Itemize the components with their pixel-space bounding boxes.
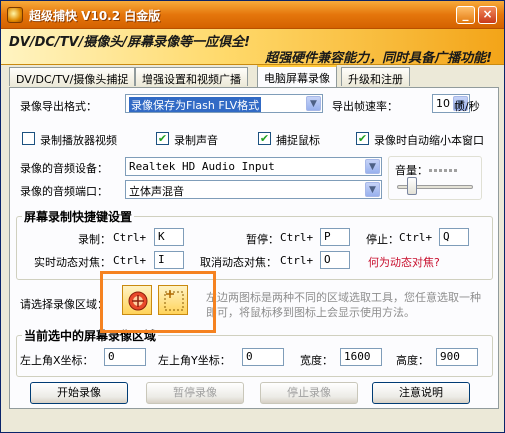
y-coord-label: 左上角Y坐标： — [158, 354, 231, 367]
follow-focus-hotkey-mod: Ctrl+ — [113, 254, 147, 267]
banner-line-2: 超强硬件兼容能力，同时具备广播功能! — [265, 51, 492, 66]
width-input[interactable]: 1600 — [340, 348, 382, 366]
stop-hotkey-input[interactable]: Q — [439, 228, 469, 246]
export-format-label: 录像导出格式： — [20, 100, 97, 113]
volume-box: 音量： — [388, 156, 482, 200]
x-coord-label: 左上角X坐标： — [20, 354, 94, 367]
record-hotkey-mod: Ctrl+ — [113, 231, 147, 244]
window-title: 超级捕快 V10.2 白金版 — [29, 9, 161, 23]
close-button[interactable]: × — [478, 6, 497, 24]
pause-hotkey-input[interactable]: P — [320, 228, 350, 246]
record-sound-checkbox[interactable]: ✔ — [156, 132, 169, 145]
audio-device-label: 录像的音频设备： — [20, 162, 108, 175]
promo-banner: DV/DC/TV/摄像头/屏幕录像等一应俱全! 超强硬件兼容能力，同时具备广播功… — [1, 29, 504, 66]
tab-capture[interactable]: DV/DC/TV/摄像头捕捉 — [9, 67, 136, 86]
pause-hotkey-label: 暂停： — [246, 233, 279, 246]
region-select-label: 请选择录像区域： — [20, 298, 108, 311]
height-label: 高度： — [396, 354, 429, 367]
capture-mouse-label: 捕捉鼠标 — [276, 134, 320, 147]
audio-port-value: 立体声混音 — [129, 185, 184, 198]
fps-unit: 帧/秒 — [454, 100, 480, 113]
notes-button[interactable]: 注意说明 — [372, 382, 470, 404]
minimize-button[interactable]: _ — [456, 6, 475, 24]
title-bar[interactable]: 超级捕快 V10.2 白金版 _ × — [1, 1, 504, 29]
volume-label: 音量： — [395, 164, 428, 177]
fps-label: 导出帧速率： — [332, 100, 398, 113]
record-hotkey-input[interactable]: K — [154, 228, 184, 246]
fps-value: 10 — [436, 97, 450, 110]
auto-minimize-checkbox[interactable]: ✔ — [356, 132, 369, 145]
record-player-label: 录制播放器视频 — [40, 134, 117, 147]
height-input[interactable]: 900 — [436, 348, 478, 366]
audio-device-select[interactable]: Realtek HD Audio Input ▼ — [125, 157, 382, 176]
tab-upgrade[interactable]: 升级和注册 — [341, 67, 410, 86]
audio-port-label: 录像的音频端口： — [20, 185, 108, 198]
record-hotkey-label: 录制： — [78, 233, 111, 246]
tab-advanced[interactable]: 增强设置和视频广播 — [135, 67, 248, 86]
tab-screen-record[interactable]: 电脑屏幕录像 — [257, 65, 337, 87]
screen-record-panel: 录像导出格式： 录像保存为Flash FLV格式 ▼ 导出帧速率： 10 ▼ 帧… — [9, 87, 499, 409]
capture-mouse-checkbox[interactable]: ✔ — [258, 132, 271, 145]
x-coord-input[interactable]: 0 — [104, 348, 146, 366]
highlight-frame — [100, 271, 216, 333]
pause-hotkey-mod: Ctrl+ — [280, 231, 314, 244]
main-window: 超级捕快 V10.2 白金版 _ × DV/DC/TV/摄像头/屏幕录像等一应俱… — [0, 0, 505, 433]
audio-device-value: Realtek HD Audio Input — [129, 160, 275, 173]
cancel-focus-hotkey-mod: Ctrl+ — [280, 254, 314, 267]
follow-focus-hotkey-label: 实时动态对焦： — [34, 256, 111, 269]
app-logo-icon — [7, 7, 23, 23]
stop-hotkey-label: 停止： — [366, 233, 399, 246]
width-label: 宽度： — [300, 354, 333, 367]
pause-recording-button[interactable]: 暂停录像 — [146, 382, 244, 404]
auto-minimize-label: 录像时自动缩小本窗口 — [374, 134, 484, 147]
banner-line-1: DV/DC/TV/摄像头/屏幕录像等一应俱全! — [9, 35, 251, 50]
export-format-select[interactable]: 录像保存为Flash FLV格式 ▼ — [125, 94, 323, 113]
dynamic-focus-help-link[interactable]: 何为动态对焦? — [368, 254, 440, 270]
tab-strip: DV/DC/TV/摄像头捕捉 增强设置和视频广播 电脑屏幕录像 升级和注册 — [9, 65, 499, 87]
follow-focus-hotkey-input[interactable]: I — [154, 251, 184, 269]
export-format-value: 录像保存为Flash FLV格式 — [129, 97, 262, 112]
chevron-down-icon: ▼ — [365, 182, 380, 197]
record-sound-label: 录制声音 — [174, 134, 218, 147]
record-player-checkbox[interactable] — [22, 132, 35, 145]
stop-hotkey-mod: Ctrl+ — [399, 231, 433, 244]
start-recording-button[interactable]: 开始录像 — [30, 382, 128, 404]
chevron-down-icon: ▼ — [306, 96, 321, 111]
hotkey-group-title: 屏幕录制快捷键设置 — [22, 208, 135, 225]
volume-slider-thumb[interactable] — [406, 177, 417, 195]
audio-port-select[interactable]: 立体声混音 ▼ — [125, 180, 382, 199]
hotkey-group — [16, 216, 493, 280]
stop-recording-button[interactable]: 停止录像 — [260, 382, 358, 404]
cancel-focus-hotkey-input[interactable]: O — [320, 251, 350, 269]
volume-ticks — [429, 162, 477, 174]
chevron-down-icon: ▼ — [365, 159, 380, 174]
y-coord-input[interactable]: 0 — [242, 348, 284, 366]
cancel-focus-hotkey-label: 取消动态对焦： — [200, 256, 277, 269]
region-tool-hint: 左边两图标是两种不同的区域选取工具，您任意选取一种即可，将鼠标移到图标上会显示使… — [206, 291, 481, 319]
